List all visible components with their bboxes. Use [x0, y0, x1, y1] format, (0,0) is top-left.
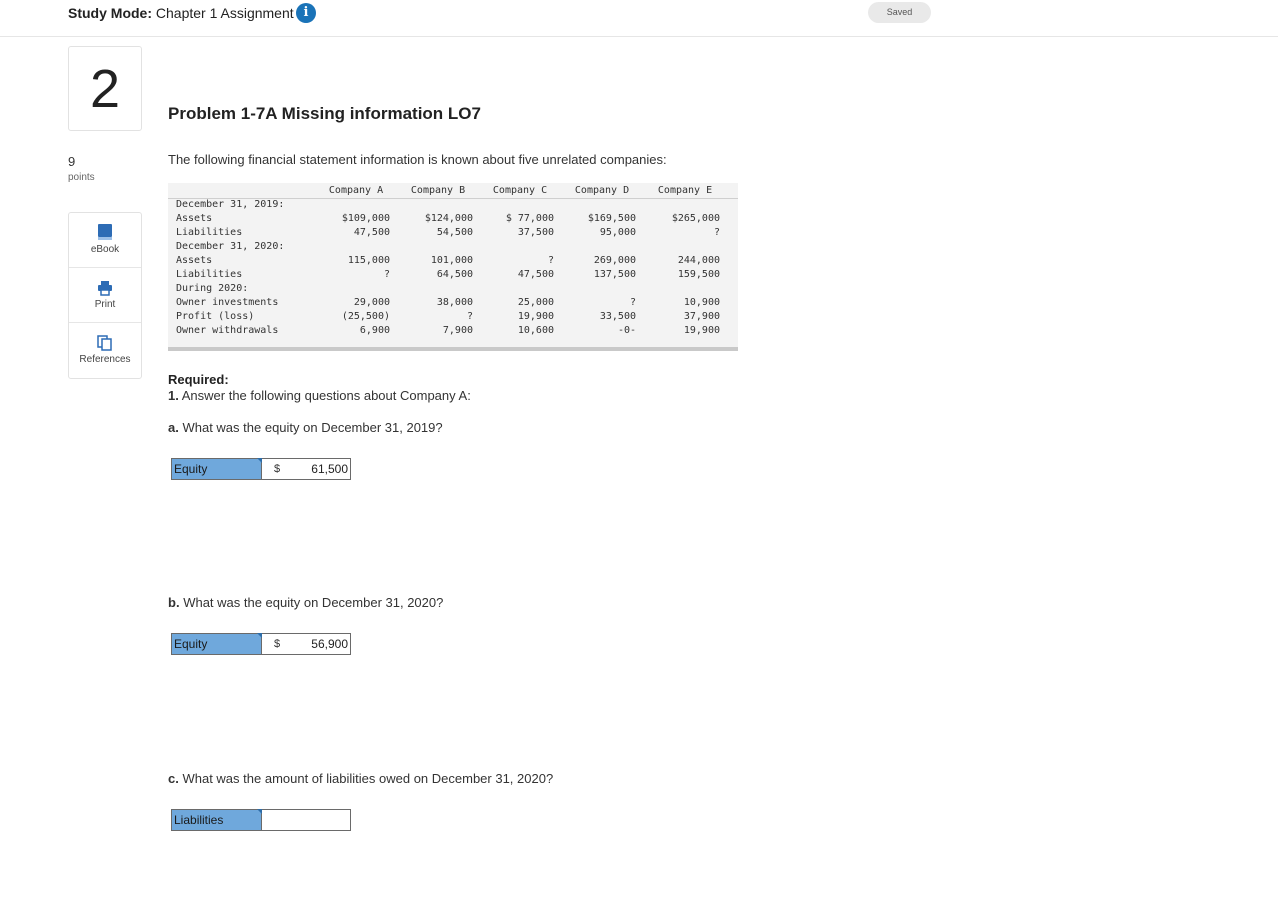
question-b-letter: b. — [168, 595, 180, 610]
table-cell: 115,000 — [347, 255, 390, 266]
row-label: Liabilities — [176, 269, 243, 280]
print-button[interactable]: Print — [69, 268, 141, 323]
equity-2020-input[interactable] — [292, 634, 350, 654]
references-button[interactable]: References — [69, 323, 141, 378]
table-cell: 47,500 — [517, 269, 554, 280]
row-label: Owner investments — [176, 297, 279, 308]
table-cell: 244,000 — [677, 255, 720, 266]
column-header: Company D — [574, 185, 630, 196]
table-cell: ? — [383, 269, 390, 280]
table-cell: 25,000 — [517, 297, 554, 308]
table-cell: 159,500 — [677, 269, 720, 280]
points-label: points — [68, 172, 95, 183]
info-icon[interactable]: i — [296, 3, 316, 23]
table-cell: (25,500) — [341, 311, 390, 322]
table-cell: $265,000 — [671, 213, 720, 224]
table-cell: 47,500 — [353, 227, 390, 238]
liabilities-2020-input[interactable] — [262, 810, 350, 830]
problem-intro: The following financial statement inform… — [168, 152, 667, 167]
table-cell: $ 77,000 — [505, 213, 554, 224]
answer-row-a: Equity $ — [171, 458, 351, 480]
question-c-text: What was the amount of liabilities owed … — [182, 771, 554, 786]
column-header: Company B — [410, 185, 466, 196]
book-icon — [98, 224, 112, 240]
row-label: Owner withdrawals — [176, 325, 279, 336]
column-header: Company A — [328, 185, 384, 196]
row-label: Assets — [176, 255, 213, 266]
answer-row-c: Liabilities — [171, 809, 351, 831]
table-cell: 64,500 — [436, 269, 473, 280]
column-header: Company C — [492, 185, 548, 196]
currency-symbol-b: $ — [274, 638, 281, 650]
table-cell: 54,500 — [436, 227, 473, 238]
row-label: December 31, 2020: — [176, 241, 285, 252]
table-cell: ? — [547, 255, 554, 266]
ebook-button[interactable]: eBook — [69, 213, 141, 268]
table-cell: 37,500 — [517, 227, 554, 238]
row-label: Profit (loss) — [176, 311, 255, 322]
table-cell: 19,900 — [683, 325, 720, 336]
table-cell: 6,900 — [359, 325, 390, 336]
table-cell: ? — [713, 227, 720, 238]
references-label: References — [79, 354, 131, 365]
equity-label-b: Equity — [172, 633, 262, 654]
question-a-text: What was the equity on December 31, 2019… — [182, 420, 443, 435]
table-cell: 33,500 — [599, 311, 636, 322]
question-c: c. What was the amount of liabilities ow… — [168, 771, 553, 786]
printer-icon — [98, 281, 112, 296]
row-label: During 2020: — [176, 283, 249, 294]
points-value: 9 — [68, 154, 76, 169]
table-cell: -0- — [617, 325, 636, 336]
financial-data-table: Company A Company B Company C Company D Comp… — [168, 183, 738, 351]
question-b: b. What was the equity on December 31, 2… — [168, 595, 443, 610]
ebook-label: eBook — [90, 244, 120, 255]
table-bottom-rule — [168, 347, 738, 351]
tools-panel: eBook Print References — [68, 212, 142, 379]
row-label: Liabilities — [176, 227, 243, 238]
table-cell: 10,900 — [683, 297, 720, 308]
top-bar: Study Mode: Chapter 1 Assignment i Saved — [0, 0, 1278, 37]
currency-symbol-a: $ — [274, 463, 281, 475]
problem-title: Problem 1-7A Missing information LO7 — [168, 104, 481, 123]
question-number-box: 2 — [68, 46, 142, 131]
table-cell: 269,000 — [593, 255, 636, 266]
question-a-letter: a. — [168, 420, 179, 435]
table-cell: 19,900 — [517, 311, 554, 322]
table-cell: $124,000 — [424, 213, 473, 224]
table-cell: 101,000 — [430, 255, 473, 266]
question-c-letter: c. — [168, 771, 179, 786]
liabilities-label-c: Liabilities — [172, 809, 262, 830]
table-cell: 37,900 — [683, 311, 720, 322]
row-label: Assets — [176, 213, 213, 224]
table-cell: 38,000 — [436, 297, 473, 308]
saved-status-badge: Saved — [868, 2, 931, 23]
equity-2019-input[interactable] — [292, 459, 350, 479]
table-cell: 29,000 — [353, 297, 390, 308]
required-item-number: 1. — [168, 388, 179, 403]
row-label: December 31, 2019: — [176, 199, 285, 210]
required-item: 1. Answer the following questions about … — [168, 388, 471, 403]
table-cell: 137,500 — [593, 269, 636, 280]
answer-row-b: Equity $ — [171, 633, 351, 655]
required-title: Required: — [168, 372, 229, 387]
question-a: a. What was the equity on December 31, 2… — [168, 420, 443, 435]
table-cell: $109,000 — [341, 213, 390, 224]
required-item-text: Answer the following questions about Com… — [181, 388, 471, 403]
table-cell: 7,900 — [442, 325, 473, 336]
question-number: 2 — [89, 59, 121, 119]
table-cell: ? — [466, 311, 473, 322]
table-cell: $169,500 — [587, 213, 636, 224]
study-mode-label: Study Mode: — [68, 5, 152, 21]
table-cell: ? — [629, 297, 636, 308]
copy-icon — [97, 335, 112, 351]
question-b-text: What was the equity on December 31, 2020… — [183, 595, 444, 610]
print-label: Print — [94, 299, 116, 310]
column-header: Company E — [657, 185, 713, 196]
equity-label-a: Equity — [172, 458, 262, 479]
table-cell: 95,000 — [599, 227, 636, 238]
table-cell: 10,600 — [517, 325, 554, 336]
assignment-title: Study Mode: Chapter 1 Assignment — [68, 5, 294, 21]
assignment-name: Chapter 1 Assignment — [155, 5, 294, 21]
